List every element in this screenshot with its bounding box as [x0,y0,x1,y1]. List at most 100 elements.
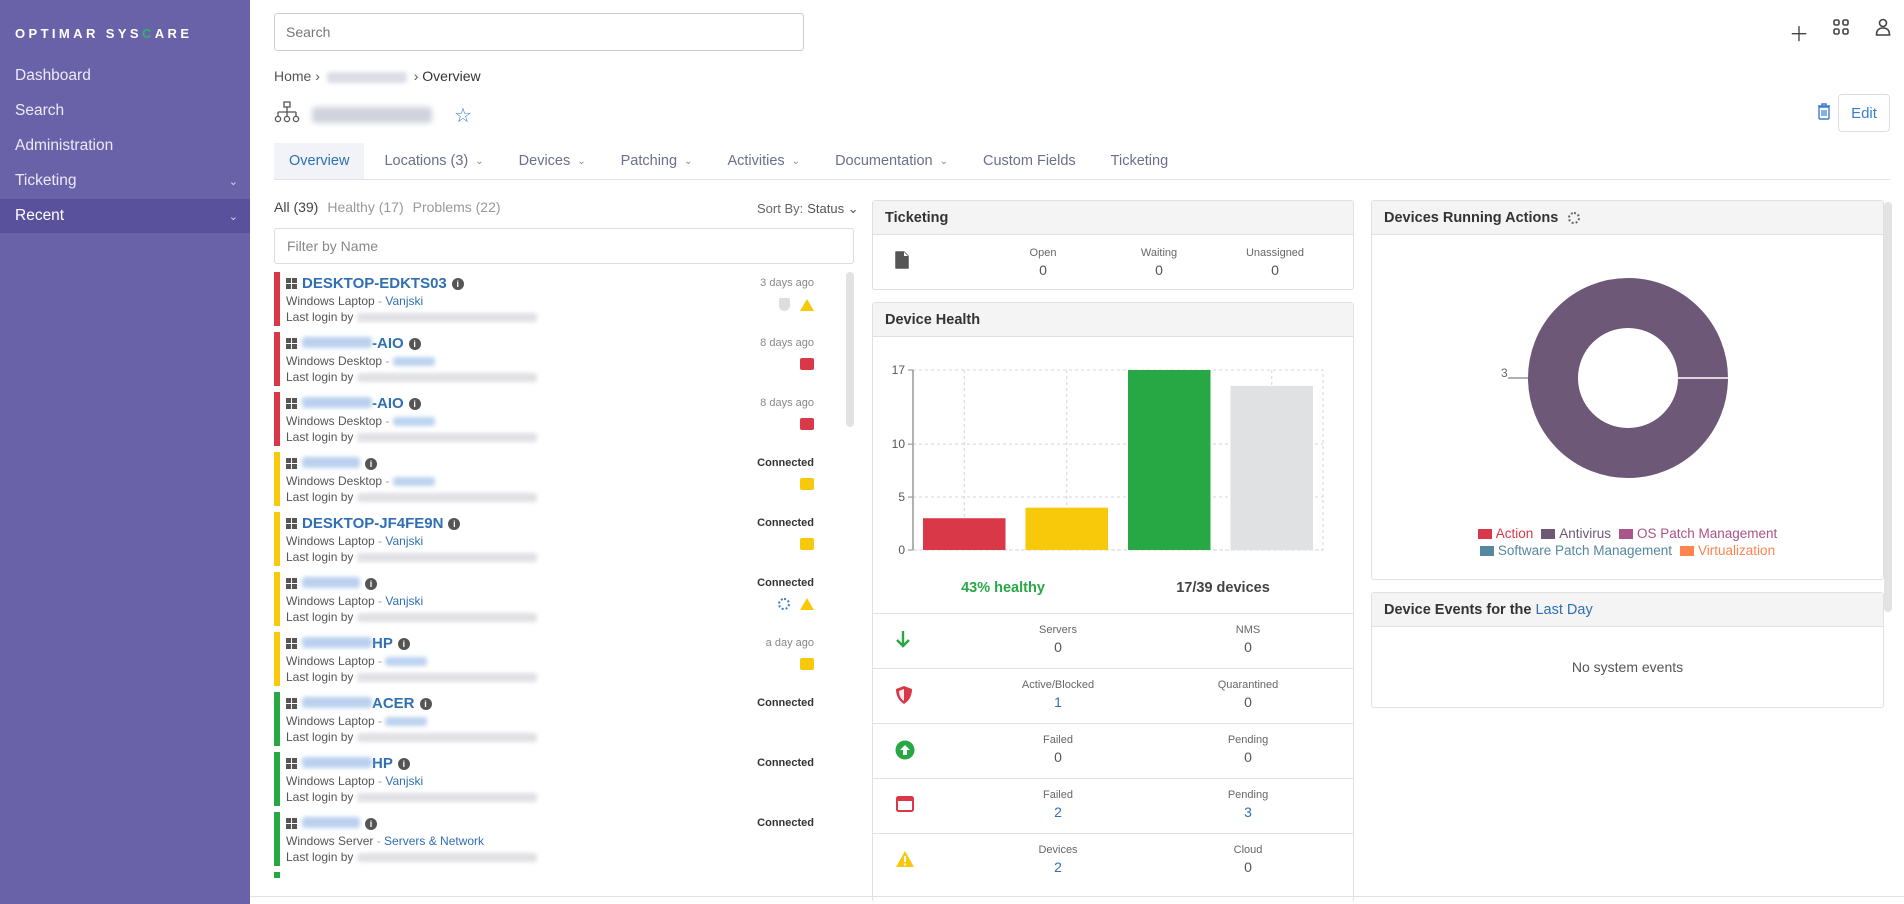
global-search-input[interactable]: Search [274,13,804,51]
filter-all[interactable]: All (39) [274,199,318,215]
stat-value[interactable]: 2 [1003,804,1113,820]
tab-custom-fields[interactable]: Custom Fields [968,143,1091,179]
stat-value[interactable]: 3 [1193,804,1303,820]
device-name-link[interactable] [302,575,360,592]
ticket-stat-unassigned[interactable]: Unassigned 0 [1220,247,1330,278]
device-list-item[interactable]: DESKTOP-EDKTS03 i Windows Laptop - Vanjski… [274,272,834,332]
health-stat[interactable]: Cloud 0 [1193,844,1303,875]
legend-item-virtualization[interactable]: Virtualization [1680,543,1775,558]
sidebar-item-ticketing[interactable]: Ticketing ⌄ [0,164,250,198]
patch-pending-icon[interactable] [800,658,814,670]
device-list-scrollbar[interactable] [846,272,854,427]
tab-documentation[interactable]: Documentation ⌄ [820,143,963,179]
device-location-redacted[interactable] [392,477,435,487]
edit-button[interactable]: Edit [1838,94,1890,132]
sidebar-item-search[interactable]: Search [0,94,250,128]
device-name-link[interactable]: DESKTOP-JF4FE9N [302,515,443,532]
tab-patching[interactable]: Patching ⌄ [606,143,708,179]
sidebar-item-dashboard[interactable]: Dashboard [0,59,250,93]
device-location-link[interactable]: Vanjski [385,774,423,788]
trash-icon[interactable] [1817,103,1831,125]
legend-item-software-patch-management[interactable]: Software Patch Management [1479,543,1672,558]
device-name-link[interactable] [302,815,360,832]
device-list-item[interactable]: HP i Windows Laptop - Vanjski Last login by… [274,752,834,812]
device-name-link[interactable] [302,455,360,472]
device-list-item[interactable]: DESKTOP-JF4FE9N i Windows Laptop - Vanjski… [274,512,834,572]
health-stat[interactable]: Failed 0 [1003,734,1113,765]
info-icon[interactable]: i [365,817,377,830]
legend-item-os-patch-management[interactable]: OS Patch Management [1618,526,1777,541]
patch-failed-icon[interactable] [800,418,814,430]
device-list-item[interactable]: -AIO i Windows Desktop - Last login by 8 d… [274,332,834,392]
device-name-link[interactable]: -AIO [302,335,404,352]
device-location-redacted[interactable] [385,657,428,667]
device-name-link[interactable]: -AIO [302,395,404,412]
device-location-link[interactable]: Vanjski [385,294,423,308]
warning-icon[interactable] [800,598,814,610]
filter-by-name-input[interactable]: Filter by Name [274,228,854,264]
health-stat[interactable]: Active/Blocked 1 [1003,679,1113,710]
device-list-item[interactable]: i Windows Desktop - Last login by Connect… [274,452,834,512]
info-icon[interactable]: i [451,277,464,290]
device-list-item[interactable]: ACER i Windows Laptop - Last login by Conn… [274,692,834,752]
ticket-stat-waiting[interactable]: Waiting 0 [1104,247,1214,278]
device-location-redacted[interactable] [392,417,435,427]
star-favorite-icon[interactable]: ☆ [454,103,472,128]
patch-pending-icon[interactable] [800,538,814,550]
ticket-stat-open[interactable]: Open 0 [988,247,1098,278]
sidebar-item-administration[interactable]: Administration [0,129,250,163]
filter-problems[interactable]: Problems (22) [413,199,501,215]
stat-value[interactable]: 2 [1003,859,1113,875]
filter-healthy[interactable]: Healthy (17) [327,199,403,215]
tab-locations[interactable]: Locations (3) ⌄ [369,143,498,179]
tab-overview[interactable]: Overview [274,143,365,179]
health-stat[interactable]: NMS 0 [1193,624,1303,655]
patch-pending-icon[interactable] [800,478,814,490]
patch-failed-icon[interactable] [800,358,814,370]
device-list-item[interactable]: HP i Windows Laptop - Last login by a day … [274,632,834,692]
breadcrumb-home[interactable]: Home [274,68,311,84]
stat-value[interactable]: 1 [1003,694,1113,710]
device-location-link[interactable]: Vanjski [385,594,423,608]
info-icon[interactable]: i [408,337,421,350]
bar-problem[interactable] [923,518,1006,550]
device-location-link[interactable]: Vanjski [385,534,423,548]
device-name-link[interactable]: HP [302,635,393,652]
health-stat[interactable]: Pending 0 [1193,734,1303,765]
bar-other[interactable] [1230,385,1314,550]
info-icon[interactable]: i [397,757,410,770]
info-icon[interactable]: i [408,397,421,410]
info-icon[interactable]: i [397,637,410,650]
device-list-item[interactable]: -AIO i Windows Desktop - Last login by 8 d… [274,392,834,452]
plus-icon[interactable]: ＋ [1778,18,1820,47]
device-list-item[interactable]: i Windows Server - Servers & Network Last … [274,812,834,872]
device-events-period-link[interactable]: Last Day [1535,602,1592,618]
legend-item-action[interactable]: Action [1477,526,1533,541]
device-list-item[interactable] [274,872,834,878]
device-location-link[interactable]: Servers & Network [384,834,484,848]
device-name-link[interactable]: ACER [302,695,415,712]
tab-ticketing[interactable]: Ticketing [1096,143,1183,179]
health-stat[interactable]: Pending 3 [1193,789,1303,820]
health-stat[interactable]: Quarantined 0 [1193,679,1303,710]
legend-item-antivirus[interactable]: Antivirus [1541,526,1611,541]
apps-grid-icon[interactable] [1820,18,1862,47]
device-name-link[interactable]: DESKTOP-EDKTS03 [302,275,447,292]
device-location-redacted[interactable] [385,717,428,727]
health-stat[interactable]: Servers 0 [1003,624,1113,655]
device-name-link[interactable]: HP [302,755,393,772]
info-icon[interactable]: i [448,517,461,530]
breadcrumb-org-redacted[interactable] [326,71,407,83]
device-location-redacted[interactable] [392,357,435,367]
info-icon[interactable]: i [419,697,432,710]
warning-icon[interactable] [800,298,814,311]
shield-icon[interactable] [779,298,790,311]
tab-activities[interactable]: Activities ⌄ [712,143,815,179]
sidebar-item-recent[interactable]: Recent ⌄ [0,199,250,233]
bar-healthy[interactable] [1128,370,1211,550]
health-stat[interactable]: Failed 2 [1003,789,1113,820]
sort-by-dropdown[interactable]: Sort By: Status ⌄ [757,201,859,217]
info-icon[interactable]: i [365,577,377,590]
device-list-item[interactable]: i Windows Laptop - Vanjski Last login by C… [274,572,834,632]
info-icon[interactable]: i [365,457,377,470]
